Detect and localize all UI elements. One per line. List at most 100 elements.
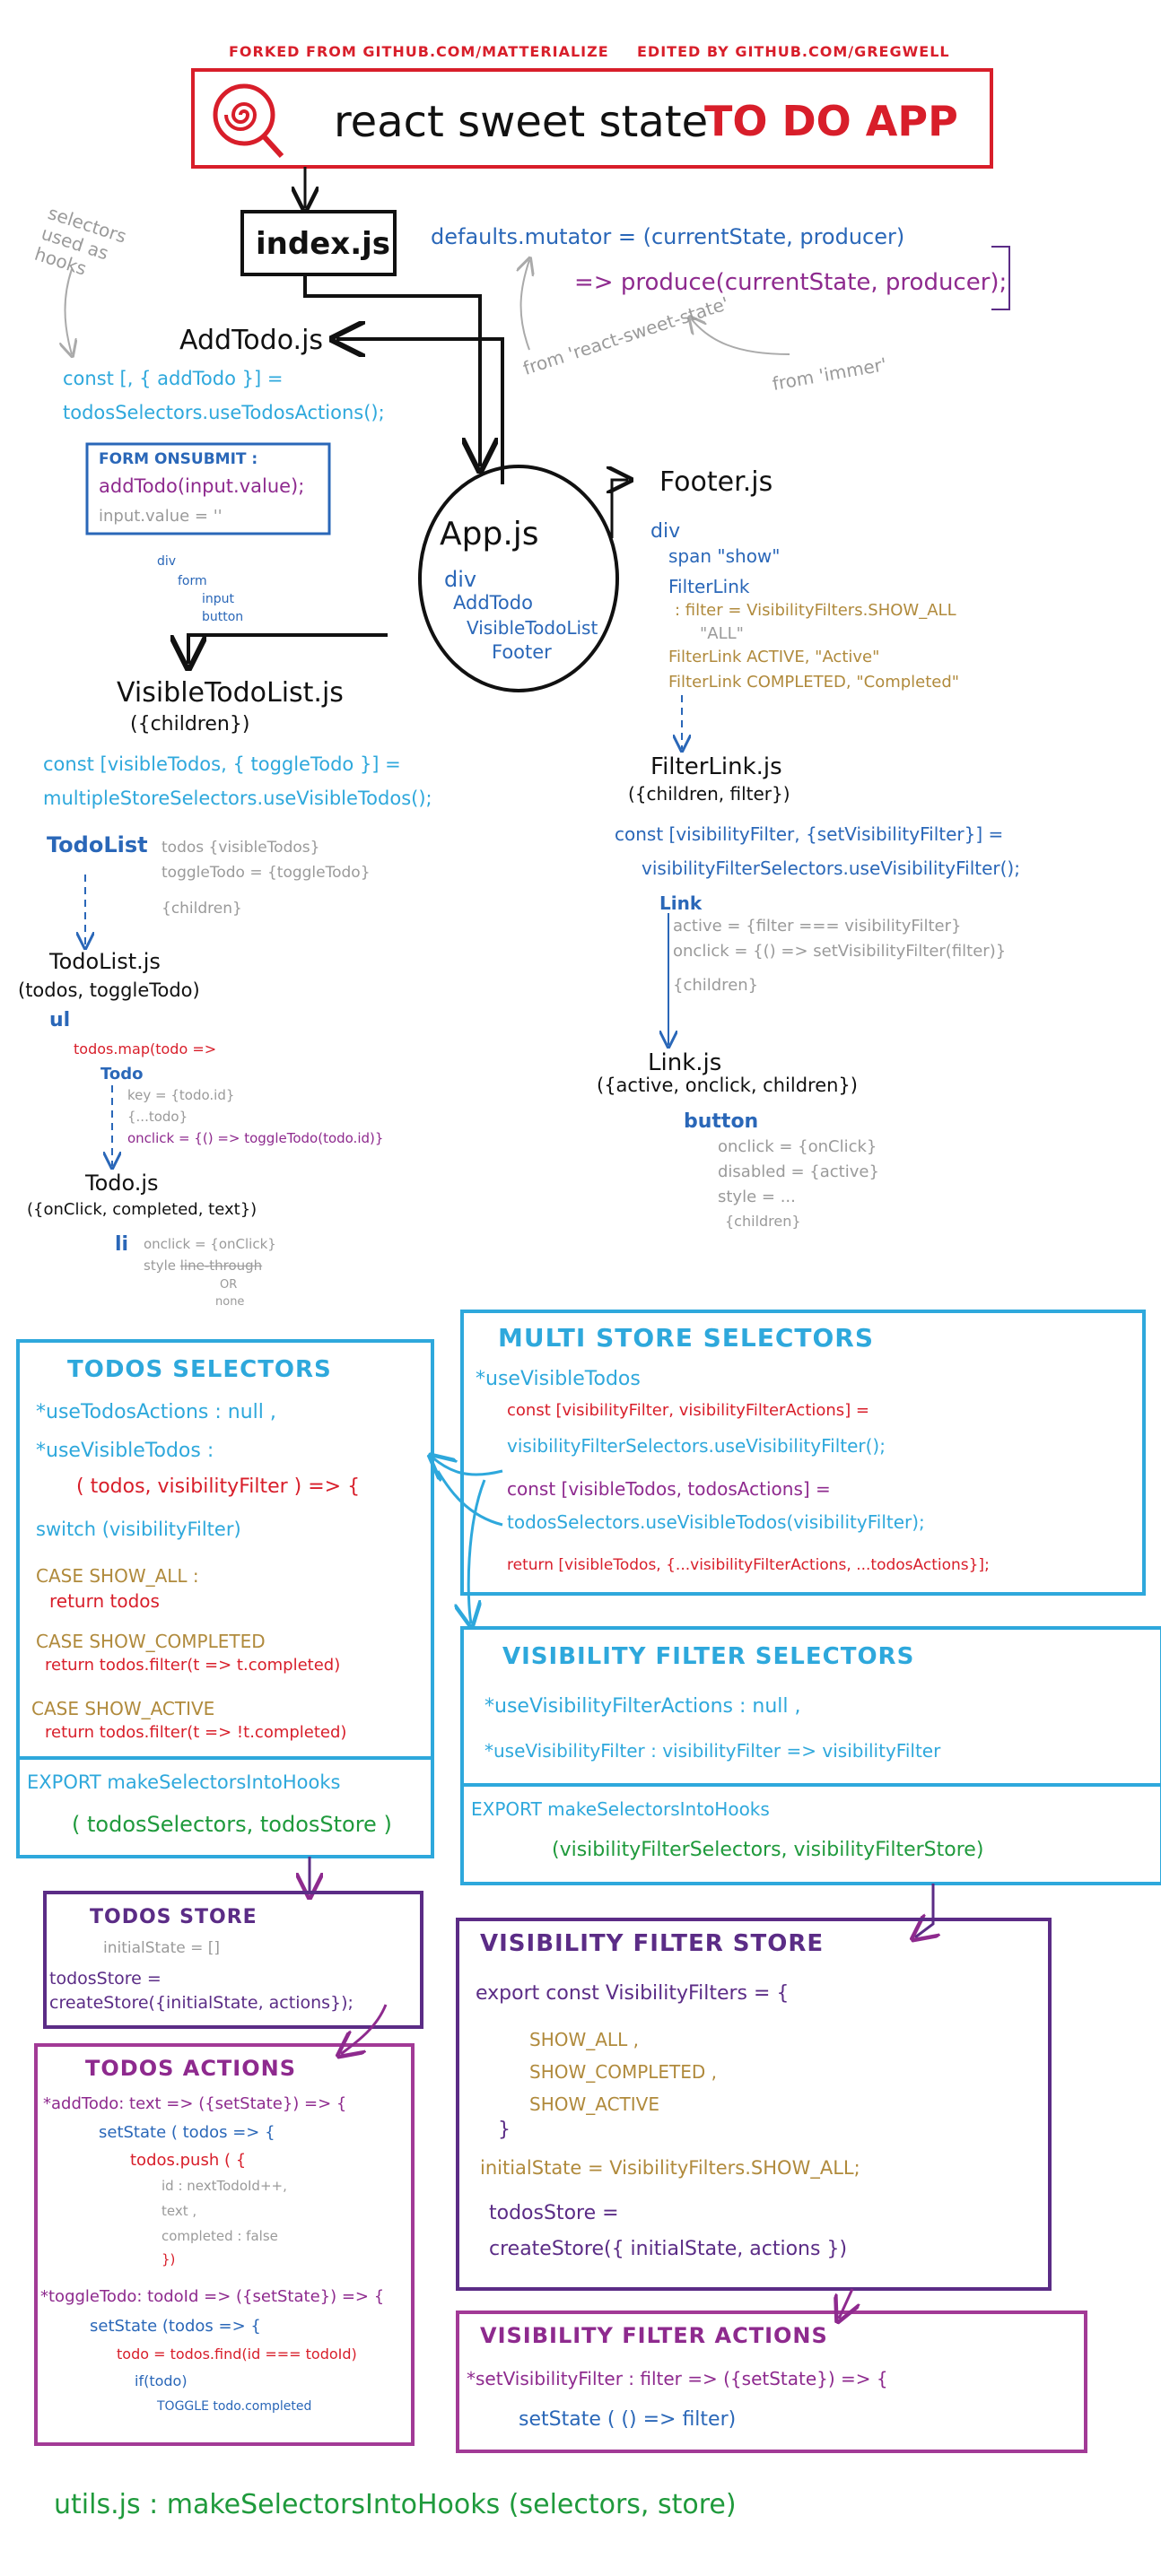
todolistjs-map: todos.map(todo => bbox=[74, 1040, 217, 1057]
todos-actions-setstate2: setState (todos => { bbox=[90, 2317, 261, 2336]
todojs-style: style line-through bbox=[144, 1258, 262, 1274]
tree-form: form bbox=[178, 574, 207, 588]
todolistjs-key: key = {todo.id} bbox=[127, 1087, 235, 1103]
footer-filterlink: FilterLink bbox=[668, 576, 750, 597]
footer-active-line: FilterLink ACTIVE, "Active" bbox=[668, 648, 880, 666]
vf-store-store1: todosStore = bbox=[489, 2202, 619, 2224]
todos-actions-if: if(todo) bbox=[135, 2372, 188, 2389]
todos-actions-toggle: *toggleTodo: todoId => ({setState}) => { bbox=[40, 2287, 385, 2306]
todos-selectors-switch: switch (visibilityFilter) bbox=[36, 1519, 241, 1540]
link-children: {children} bbox=[725, 1213, 801, 1230]
vf-actions-line2: setState ( () => filter) bbox=[519, 2408, 737, 2431]
vf-export-to-store-arrow bbox=[915, 1884, 933, 1937]
todojs-label: Todo.js bbox=[85, 1171, 159, 1196]
todolistjs-props: (todos, toggleTodo) bbox=[18, 979, 200, 1001]
visibletodolist-props: ({children}) bbox=[130, 713, 250, 735]
multi-line2: visibilityFilterSelectors.useVisibilityF… bbox=[507, 1435, 886, 1457]
todojs-or: OR bbox=[220, 1278, 238, 1292]
filterlink-props: ({children, filter}) bbox=[628, 783, 790, 805]
todos-case-all: CASE SHOW_ALL : bbox=[36, 1565, 199, 1587]
todojs-props: ({onClick, completed, text}) bbox=[27, 1200, 258, 1219]
filterlink-active: active = {filter === visibilityFilter} bbox=[673, 917, 962, 936]
multi-fn: *useVisibleTodos bbox=[476, 1368, 641, 1390]
tree-input: input bbox=[202, 592, 235, 606]
todolistjs-spread: {...todo} bbox=[127, 1109, 188, 1125]
footer-all: "ALL" bbox=[700, 624, 744, 643]
filterlink-label: FilterLink.js bbox=[650, 753, 782, 780]
vf-actions-line1: *setVisibilityFilter : filter => ({setSt… bbox=[467, 2368, 888, 2389]
todos-actions-setstate: setState ( todos => { bbox=[99, 2123, 275, 2142]
todolist-toggle-prop: toggleTodo = {toggleTodo} bbox=[161, 864, 371, 882]
todos-export-args: ( todosSelectors, todosStore ) bbox=[72, 1812, 392, 1837]
defaults-mutator-line1: defaults.mutator = (currentState, produc… bbox=[431, 224, 905, 249]
todos-selectors-params: ( todos, visibilityFilter ) => { bbox=[76, 1475, 361, 1498]
todos-case-active: CASE SHOW_ACTIVE bbox=[31, 1698, 215, 1719]
immer-arrow bbox=[691, 318, 790, 355]
addtodo-label: AddTodo.js bbox=[179, 325, 324, 356]
vf-store-close: } bbox=[498, 2119, 511, 2141]
defaults-mutator-line2: => produce(currentState, producer); bbox=[574, 269, 1008, 296]
app-to-footer-arrow bbox=[612, 480, 628, 538]
multi-selectors-title: MULTI STORE SELECTORS bbox=[498, 1323, 875, 1353]
app-item-visibletodolist: VisibleTodoList bbox=[467, 617, 598, 639]
vf-store-item-active: SHOW_ACTIVE bbox=[529, 2093, 659, 2115]
multi-to-vf-arrow bbox=[468, 1479, 486, 1623]
todos-selectors-actions: *useTodosActions : null , bbox=[36, 1401, 276, 1423]
todos-ret-completed: return todos.filter(t => t.completed) bbox=[45, 1656, 341, 1675]
vf-export: EXPORT makeSelectorsIntoHooks bbox=[471, 1798, 770, 1820]
footer-div: div bbox=[650, 520, 681, 543]
todolistjs-todo: Todo bbox=[100, 1065, 144, 1083]
sweet-state-arrow bbox=[521, 260, 529, 351]
app-item-footer: Footer bbox=[492, 641, 552, 663]
multi-to-todos-arrow bbox=[432, 1458, 503, 1475]
vf-store-store2: createStore({ initialState, actions }) bbox=[489, 2238, 848, 2260]
link-onclick: onclick = {onClick} bbox=[718, 1137, 877, 1156]
link-style: style = ... bbox=[718, 1188, 796, 1206]
vf-store-export: export const VisibilityFilters = { bbox=[476, 1982, 789, 2005]
tree-div: div bbox=[157, 554, 177, 569]
footer-span: span "show" bbox=[668, 545, 781, 567]
todos-store-initial: initialState = [] bbox=[103, 1939, 221, 1957]
todos-actions-completed: completed : false bbox=[161, 2228, 278, 2244]
multi-line1: const [visibilityFilter, visibilityFilte… bbox=[507, 1401, 870, 1420]
todos-export: EXPORT makeSelectorsIntoHooks bbox=[27, 1771, 341, 1793]
index-to-app-arrow bbox=[303, 274, 480, 466]
logo bbox=[208, 79, 289, 160]
todojs-strike: line-through bbox=[179, 1258, 263, 1274]
app-item-addtodo: AddTodo bbox=[453, 592, 533, 614]
todolist-todos-prop: todos {visibleTodos} bbox=[161, 839, 320, 857]
index-label: index.js bbox=[256, 226, 390, 262]
visibletodolist-label: VisibleTodoList.js bbox=[117, 677, 344, 709]
form-line1: addTodo(input.value); bbox=[99, 475, 305, 497]
todolistjs-ul: ul bbox=[49, 1009, 71, 1031]
app-title: react sweet state bbox=[334, 97, 709, 147]
link-props: ({active, onclick, children}) bbox=[597, 1075, 858, 1096]
todos-store-title: TODOS STORE bbox=[90, 1906, 258, 1928]
link-button: button bbox=[684, 1110, 759, 1133]
vf-selectors-title: VISIBILITY FILTER SELECTORS bbox=[502, 1643, 915, 1670]
filterlink-children: {children} bbox=[673, 976, 759, 995]
footer-filter-line: : filter = VisibilityFilters.SHOW_ALL bbox=[675, 601, 956, 620]
vf-export-args: (visibilityFilterSelectors, visibilityFi… bbox=[552, 1839, 984, 1861]
todos-selectors-title: TODOS SELECTORS bbox=[67, 1356, 332, 1383]
forked-credit: FORKED FROM GITHUB.COM/MATTERIALIZE bbox=[229, 43, 609, 60]
todos-actions-togglecomp: TOGGLE todo.completed bbox=[157, 2399, 312, 2414]
utils-line: utils.js : makeSelectorsIntoHooks (selec… bbox=[54, 2489, 737, 2520]
form-line2: input.value = '' bbox=[99, 507, 223, 526]
todos-actions-id: id : nextTodoId++, bbox=[161, 2178, 287, 2194]
vf-store-item-completed: SHOW_COMPLETED , bbox=[529, 2061, 718, 2083]
link-label: Link.js bbox=[648, 1049, 722, 1076]
app-label: App.js bbox=[440, 516, 539, 553]
selectors-note-arrow bbox=[65, 268, 73, 354]
edited-credit: EDITED BY GITHUB.COM/GREGWELL bbox=[637, 43, 950, 60]
todolist-children-prop: {children} bbox=[161, 900, 242, 918]
todos-actions-add: *addTodo: text => ({setState}) => { bbox=[43, 2094, 347, 2113]
multi-line4: todosSelectors.useVisibleTodos(visibilit… bbox=[507, 1511, 925, 1533]
todojs-none: none bbox=[215, 1295, 245, 1309]
filterlink-line1: const [visibilityFilter, {setVisibilityF… bbox=[615, 823, 1004, 845]
todos-actions-push: todos.push ( { bbox=[130, 2151, 247, 2170]
todos-actions-text: text , bbox=[161, 2203, 197, 2219]
todos-selectors-visible: *useVisibleTodos : bbox=[36, 1440, 214, 1462]
addtodo-line2: todosSelectors.useTodosActions(); bbox=[63, 402, 385, 423]
vf-store-title: VISIBILITY FILTER STORE bbox=[480, 1930, 825, 1957]
